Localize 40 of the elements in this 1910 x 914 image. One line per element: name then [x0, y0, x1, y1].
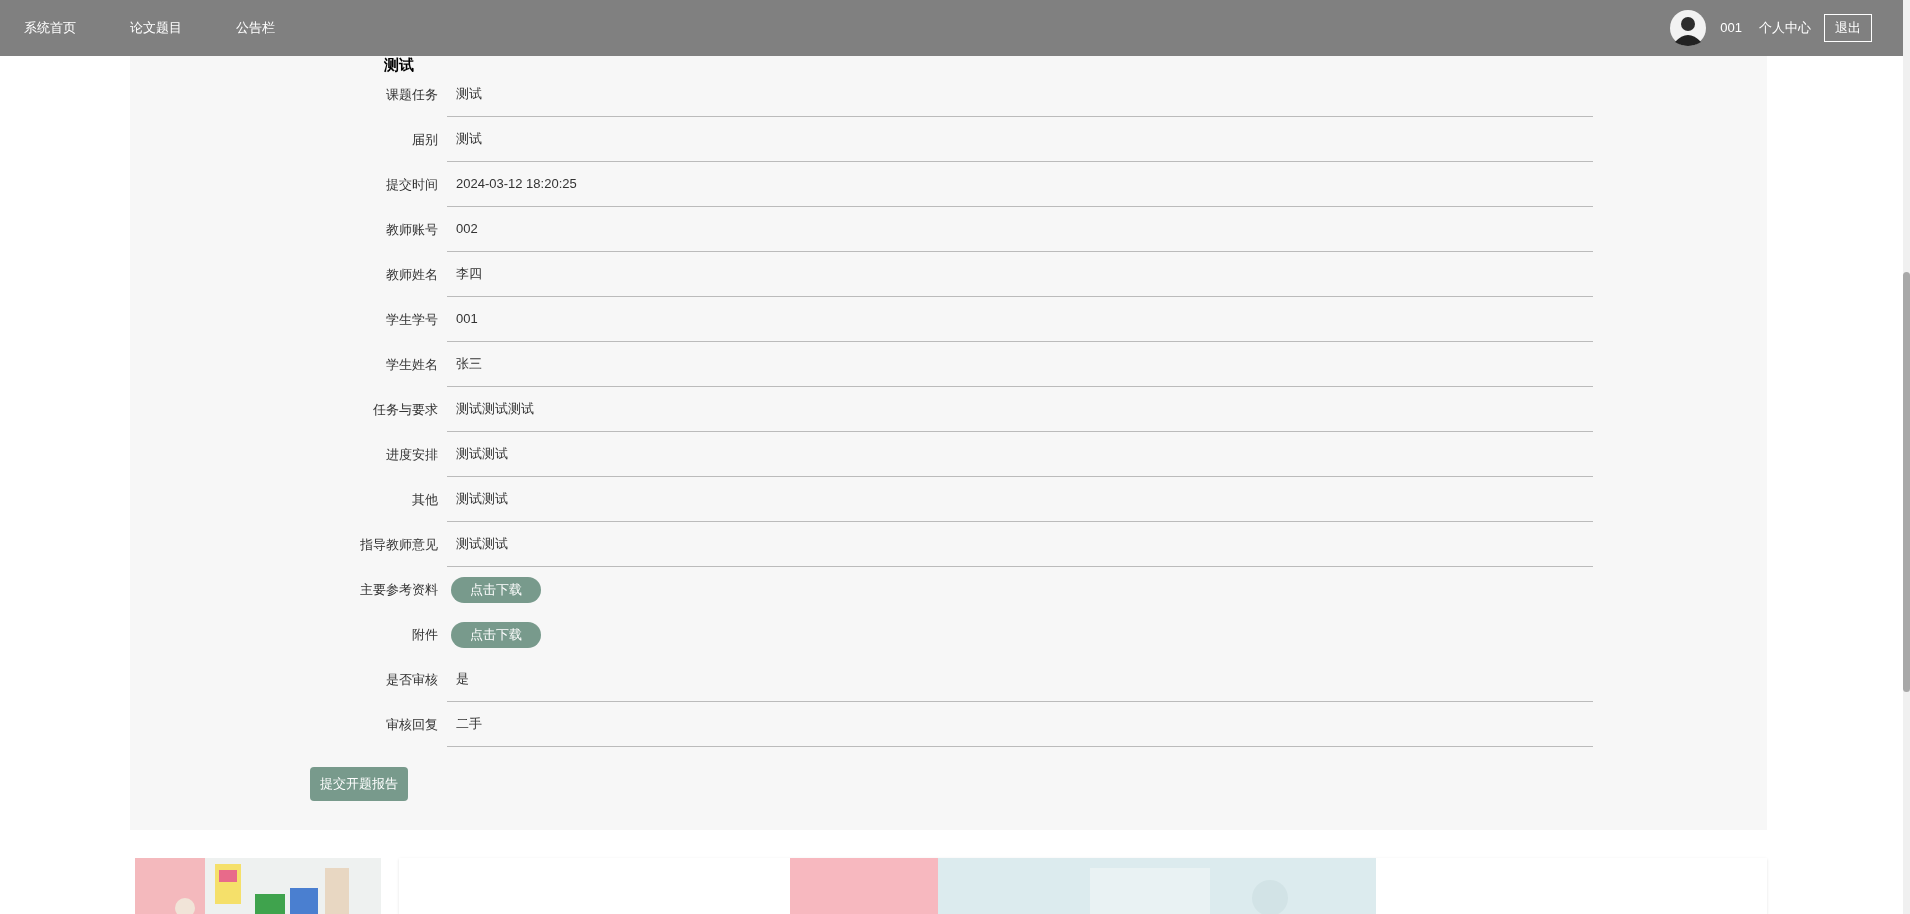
detail-title: 测试	[384, 56, 414, 74]
submit-report-button[interactable]: 提交开题报告	[310, 767, 408, 801]
field-label: 教师姓名	[385, 265, 439, 284]
avatar-icon	[1670, 10, 1707, 46]
field-label: 课题任务	[385, 85, 439, 104]
field-label: 指导教师意见	[359, 535, 439, 554]
field-label: 学生姓名	[385, 355, 439, 374]
field-label: 教师账号	[385, 220, 439, 239]
field-label: 审核回复	[385, 715, 439, 734]
field-value: 是	[456, 670, 469, 689]
field-label: 届别	[411, 130, 439, 149]
field-label: 提交时间	[385, 175, 439, 194]
download-button[interactable]: 点击下载	[451, 576, 541, 603]
field-label: 主要参考资料	[359, 580, 439, 599]
field-value: 测试测试测试	[456, 400, 534, 419]
field-value: 001	[456, 310, 478, 329]
field-value: 张三	[456, 355, 482, 374]
field-value: 测试	[456, 130, 482, 149]
field-value: 测试测试	[456, 445, 508, 464]
scrollbar-thumb[interactable]	[1903, 272, 1910, 692]
field-label: 学生学号	[385, 310, 439, 329]
download-button[interactable]: 点击下载	[451, 621, 541, 648]
field-label: 附件	[411, 625, 439, 644]
field-value: 二手	[456, 715, 482, 734]
profile-link[interactable]: 个人中心	[1759, 18, 1811, 38]
field-label: 任务与要求	[372, 400, 439, 419]
username: 001	[1720, 19, 1742, 38]
field-value: 李四	[456, 265, 482, 284]
field-label: 是否审核	[385, 670, 439, 689]
field-value: 测试测试	[456, 490, 508, 509]
field-label: 其他	[411, 490, 439, 509]
field-label: 进度安排	[385, 445, 439, 464]
nav-link[interactable]: 公告栏	[236, 18, 275, 38]
field-value: 测试测试	[456, 535, 508, 554]
logout-button[interactable]: 退出	[1824, 14, 1872, 42]
field-value: 测试	[456, 85, 482, 104]
field-value: 002	[456, 220, 478, 239]
field-value: 2024-03-12 18:20:25	[456, 175, 577, 194]
nav-link[interactable]: 系统首页	[24, 18, 76, 38]
nav-link[interactable]: 论文题目	[130, 18, 182, 38]
